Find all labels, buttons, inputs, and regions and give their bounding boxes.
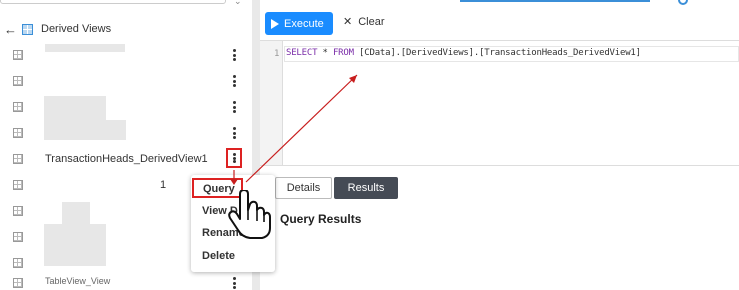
status-dot-icon <box>678 0 688 5</box>
line-number: 1 <box>274 49 280 59</box>
results-title: Query Results <box>280 212 362 226</box>
table-icon <box>13 154 23 164</box>
execute-label: Execute <box>284 17 324 30</box>
app-root: ⌄ ← Derived Views TransactionHeads_Deriv… <box>0 0 739 290</box>
sql-keyword: FROM <box>332 48 354 58</box>
sql-star: * <box>317 48 333 58</box>
redacted-label <box>44 250 106 266</box>
divider <box>260 40 739 41</box>
redacted-label <box>62 202 90 224</box>
tab-details[interactable]: Details <box>275 177 332 199</box>
more-options-icon[interactable] <box>230 47 238 63</box>
sql-text: [CData].[DerivedViews].[TransactionHeads… <box>353 48 641 58</box>
list-item-selected[interactable]: TransactionHeads_DerivedView1 <box>0 146 252 172</box>
list-item[interactable] <box>0 42 252 68</box>
panel-header: ← Derived Views <box>4 20 111 38</box>
line-number-gutter <box>260 41 283 165</box>
table-icon <box>13 128 23 138</box>
more-options-icon[interactable] <box>230 125 238 141</box>
execute-button[interactable]: Execute <box>265 12 333 35</box>
list-item[interactable] <box>0 120 252 146</box>
table-icon <box>13 76 23 86</box>
more-options-icon[interactable] <box>230 99 238 115</box>
table-icon <box>13 278 23 288</box>
query-panel: Execute ✕ Clear 1 SELECT * FROM [CData].… <box>260 0 739 290</box>
clear-button[interactable]: ✕ Clear <box>343 15 385 29</box>
redacted-label <box>44 96 106 120</box>
sql-editor[interactable]: SELECT * FROM [CData].[DerivedViews].[Tr… <box>286 48 641 58</box>
play-icon <box>271 18 279 29</box>
database-icon <box>22 23 33 35</box>
redacted-label <box>44 224 106 250</box>
divider <box>260 165 739 166</box>
active-tab-indicator <box>460 0 650 2</box>
clear-label: Clear <box>358 15 385 28</box>
redacted-label <box>45 44 125 52</box>
table-icon <box>13 50 23 60</box>
panel-title: Derived Views <box>41 23 112 35</box>
table-icon <box>13 180 23 190</box>
pointer-hand-icon <box>228 190 271 239</box>
sql-keyword: SELECT <box>286 48 318 58</box>
table-icon <box>13 102 23 112</box>
view-name: TableView_View <box>45 276 111 286</box>
table-icon <box>13 206 23 216</box>
view-name: TransactionHeads_DerivedView1 <box>45 153 208 165</box>
list-item[interactable] <box>0 94 252 120</box>
back-arrow-icon[interactable]: ← <box>4 22 18 37</box>
table-icon <box>13 232 23 242</box>
menu-item-delete[interactable]: Delete <box>202 250 235 262</box>
table-icon <box>13 258 23 268</box>
tab-results[interactable]: Results <box>334 177 398 199</box>
filter-input[interactable] <box>0 0 226 4</box>
chevron-down-icon[interactable]: ⌄ <box>234 0 242 7</box>
redacted-label <box>44 120 126 140</box>
more-options-icon[interactable] <box>230 275 238 290</box>
list-item[interactable] <box>0 68 252 94</box>
more-options-icon[interactable] <box>230 73 238 89</box>
close-icon: ✕ <box>343 16 353 28</box>
view-name: 1 <box>160 179 167 191</box>
list-item[interactable]: TableView_View <box>0 276 252 290</box>
more-options-icon[interactable] <box>226 148 242 168</box>
